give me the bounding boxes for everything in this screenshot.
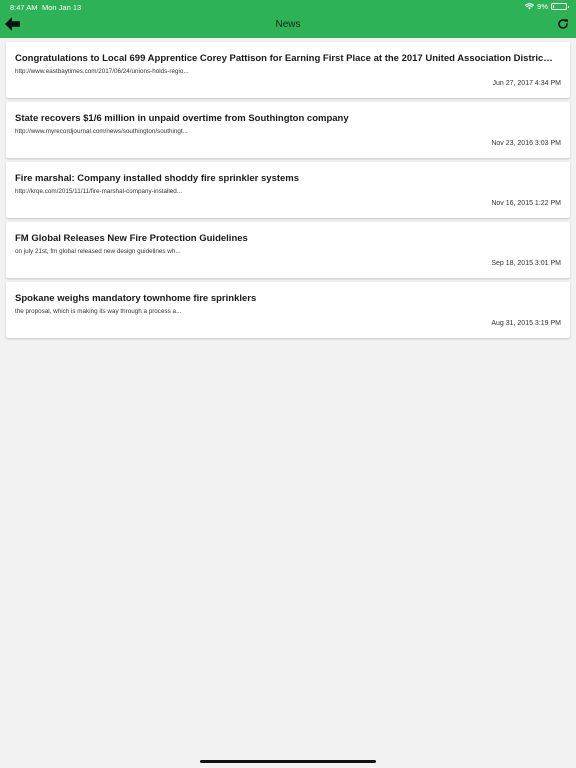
news-list: Congratulations to Local 699 Apprentice … [6, 42, 570, 342]
news-date: Aug 31, 2015 3:19 PM [491, 320, 561, 327]
news-title: State recovers $1/6 million in unpaid ov… [15, 113, 349, 124]
home-indicator[interactable] [200, 760, 376, 763]
news-summary: http://www.myrecordjournal.com/news/sout… [15, 128, 188, 135]
page-title: News [275, 19, 301, 30]
status-indicators: 9% [525, 2, 569, 11]
navigation-bar: News [0, 14, 576, 38]
news-item[interactable]: Congratulations to Local 699 Apprentice … [6, 42, 570, 98]
app-header: 8:47 AM Mon Jan 13 9% News [0, 0, 576, 38]
battery-icon [551, 3, 569, 10]
refresh-icon [557, 17, 569, 35]
news-date: Nov 16, 2015 1:22 PM [491, 200, 561, 207]
news-item[interactable]: FM Global Releases New Fire Protection G… [6, 222, 570, 278]
status-bar: 8:47 AM Mon Jan 13 9% [0, 0, 576, 14]
news-title: Congratulations to Local 699 Apprentice … [15, 53, 555, 64]
news-item[interactable]: Fire marshal: Company installed shoddy f… [6, 162, 570, 218]
news-item[interactable]: Spokane weighs mandatory townhome fire s… [6, 282, 570, 338]
news-title: Fire marshal: Company installed shoddy f… [15, 173, 300, 184]
wifi-icon [525, 3, 535, 10]
news-title: FM Global Releases New Fire Protection G… [15, 233, 248, 244]
news-item[interactable]: State recovers $1/6 million in unpaid ov… [6, 102, 570, 158]
news-summary: the proposal, which is making its way th… [15, 308, 182, 315]
news-summary: http://www.eastbaytimes.com/2017/06/24/u… [15, 68, 189, 75]
news-title: Spokane weighs mandatory townhome fire s… [15, 293, 257, 304]
battery-percent: 9% [537, 2, 548, 11]
news-date: Jun 27, 2017 4:34 PM [492, 80, 562, 87]
news-date: Sep 18, 2015 3:01 PM [491, 260, 561, 267]
status-time: 8:47 AM [10, 3, 38, 12]
refresh-button[interactable] [554, 17, 572, 35]
news-date: Nov 23, 2016 3:03 PM [491, 140, 561, 147]
status-date: Mon Jan 13 [42, 3, 82, 12]
news-summary: on july 21st, fm global released new des… [15, 248, 181, 255]
news-summary: http://krqe.com/2015/11/11/fire-marshal-… [15, 188, 183, 195]
battery-level-fill [553, 5, 554, 8]
